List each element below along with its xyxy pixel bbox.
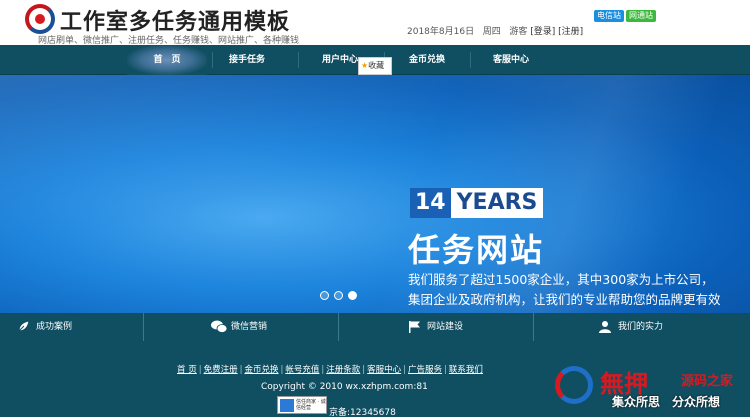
footer-link[interactable]: 金币兑换 (244, 365, 278, 375)
nav-customer-service[interactable]: 客服中心 (471, 45, 551, 75)
watermark-logo (555, 366, 593, 404)
nav-tasks[interactable]: 接手任务 (207, 45, 287, 75)
feature-wechat[interactable]: 微信营销 (211, 313, 267, 341)
feature-cases[interactable]: 成功案例 (17, 313, 72, 341)
puzzle-icon (280, 399, 294, 412)
badge-text: 信任商家 · 诚信经营 (296, 399, 326, 411)
years-badge: 14 YEARS (410, 188, 544, 218)
nav-coin-exchange[interactable]: 金币兑换 (387, 45, 467, 75)
footer-link[interactable]: 注册条款 (326, 365, 360, 375)
feature-label: 我们的实力 (618, 322, 664, 332)
favorite-button[interactable]: ★收藏 (358, 57, 392, 75)
weekday-text: 周四 (482, 27, 501, 37)
guest-text: 游客 (509, 27, 528, 37)
site-logo[interactable] (25, 4, 55, 34)
flag-icon (409, 321, 420, 333)
header: 工作室多任务通用模板 网店刷单、微信推广、注册任务、任务赚钱、网站推广、各种赚钱… (0, 0, 750, 46)
footer-links: 首 页 | 免费注册 | 金币兑换 | 帐号充值 | 注册条款 | 客服中心 | 广告服务 | 联系我们 (177, 365, 483, 375)
feature-website[interactable]: 网站建设 (408, 313, 463, 341)
copyright: Copyright © 2010 wx.xzhpm.com:81 (261, 382, 428, 392)
banner-title: 任务网站 (408, 231, 545, 269)
slide-dot-2[interactable] (334, 291, 343, 300)
nav-home[interactable]: 首 页 (127, 45, 207, 75)
footer-link[interactable]: 客服中心 (367, 365, 401, 375)
netcom-site-button[interactable]: 网通站 (626, 10, 656, 22)
banner-desc-line1: 我们服务了超过1500家企业，其中300家为上市公司， (408, 272, 714, 287)
feature-label: 成功案例 (36, 322, 73, 332)
feature-divider (143, 313, 144, 341)
watermark-slogan: 集众所思 分众所想 (612, 395, 721, 409)
trust-badge[interactable]: 信任商家 · 诚信经营 (277, 396, 327, 414)
slide-dot-3[interactable] (348, 291, 357, 300)
watermark-name: 源码之家 (681, 374, 734, 389)
footer-link[interactable]: 联系我们 (449, 365, 483, 375)
feature-divider (338, 313, 339, 341)
login-link[interactable]: [登录] (530, 27, 555, 37)
wechat-icon (211, 320, 227, 333)
favorite-label: 收藏 (368, 61, 385, 70)
footer-link[interactable]: 免费注册 (204, 365, 238, 375)
years-number: 14 (410, 188, 451, 218)
person-icon (599, 321, 611, 333)
feature-strength[interactable]: 我们的实力 (598, 313, 663, 341)
register-link[interactable]: [注册] (558, 27, 583, 37)
date-text: 2018年8月16日 (407, 27, 475, 37)
feature-label: 网站建设 (427, 322, 464, 332)
feature-divider (533, 313, 534, 341)
banner-desc-line2: 集团企业及政府机构，让我们的专业帮助您的品牌更有效 (408, 292, 721, 307)
footer-link[interactable]: 帐号充值 (285, 365, 319, 375)
telecom-site-button[interactable]: 电信站 (594, 10, 624, 22)
site-title[interactable]: 工作室多任务通用模板 (60, 4, 290, 36)
years-text: YEARS (456, 190, 538, 215)
footer-link[interactable]: 广告服务 (408, 365, 442, 375)
icp-number: 京备:12345678 (329, 408, 396, 418)
leaf-icon (18, 320, 30, 332)
feature-bar: 成功案例 微信营销 网站建设 我们的实力 (0, 313, 750, 341)
nav-divider (298, 52, 299, 68)
hero-banner[interactable]: 14 YEARS 任务网站 我们服务了超过1500家企业，其中300家为上市公司，… (0, 75, 750, 313)
feature-label: 微信营销 (231, 322, 268, 332)
slide-dot-1[interactable] (320, 291, 329, 300)
footer-link[interactable]: 首 页 (177, 365, 197, 375)
user-info: 2018年8月16日 周四 游客 [登录] [注册] (407, 24, 583, 37)
